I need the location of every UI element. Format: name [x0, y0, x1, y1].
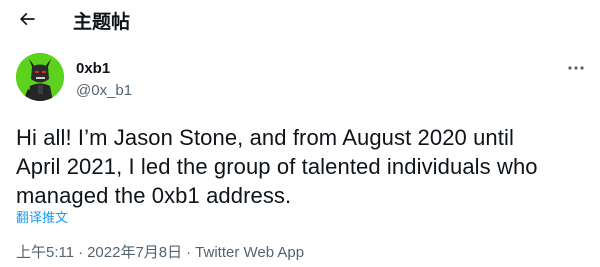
meta-separator: · — [186, 244, 192, 261]
tweet-text-line: April 2021, I led the group of talented … — [16, 154, 538, 179]
meta-separator: · — [78, 244, 84, 261]
tweet-date[interactable]: 2022年7月8日 — [87, 244, 182, 261]
tweet-text: Hi all! I’m Jason Stone, and from August… — [16, 123, 586, 210]
author-handle[interactable]: @0x_b1 — [76, 82, 132, 99]
page-title: 主题帖 — [73, 12, 131, 33]
more-options-button[interactable] — [562, 58, 590, 78]
thread-header: 主题帖 — [0, 0, 600, 38]
avatar[interactable] — [16, 53, 64, 101]
tweet-source-app[interactable]: Twitter Web App — [195, 244, 304, 261]
more-dots-icon — [568, 66, 584, 70]
back-arrow-icon — [19, 12, 35, 26]
tweet-time[interactable]: 上午5:11 — [16, 244, 74, 261]
tweet-text-line: managed the 0xb1 address. — [16, 183, 292, 208]
avatar-demon-image — [16, 53, 64, 101]
tweet-thread-page: 主题帖 0xb1 @0x_b1 Hi all! I’m Jason Stone,… — [0, 0, 600, 267]
tweet-meta: 上午5:11 · 2022年7月8日 · Twitter Web App — [16, 241, 304, 262]
author-display-name[interactable]: 0xb1 — [76, 60, 110, 77]
back-button[interactable] — [12, 4, 42, 34]
translate-tweet-link[interactable]: 翻译推文 — [16, 207, 68, 226]
tweet-text-line: Hi all! I’m Jason Stone, and from August… — [16, 125, 514, 150]
